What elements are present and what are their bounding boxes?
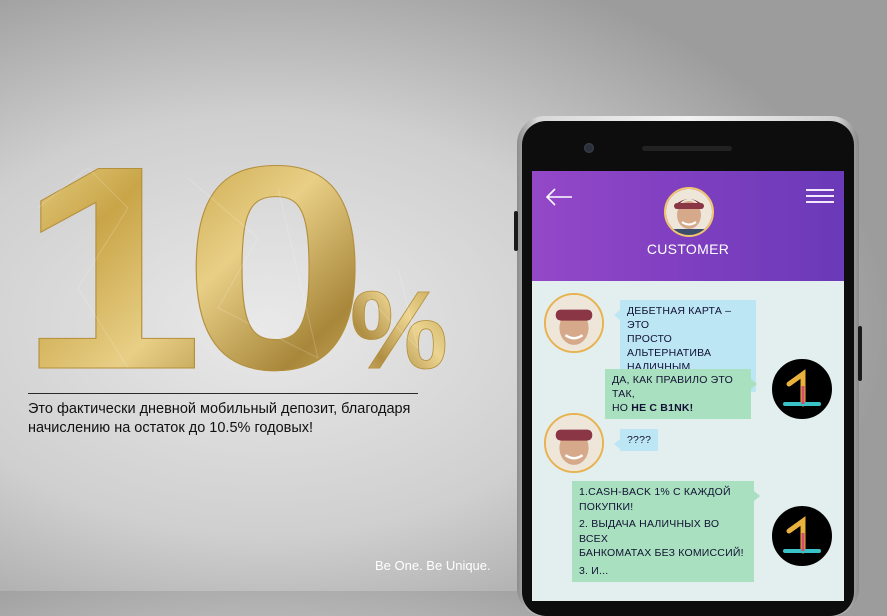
divider-line — [28, 393, 418, 394]
person-icon — [546, 415, 602, 471]
headline-10-percent: 10 % — [18, 148, 448, 388]
message-text: 1.CASH-BACK 1% С КАЖДОЙ — [579, 486, 731, 498]
message-text: ПРОСТО АЛЬТЕРНАТИВА — [627, 333, 712, 359]
hamburger-menu-icon[interactable] — [806, 189, 834, 205]
message-bubble-bank: ДА, КАК ПРАВИЛО ЭТО ТАК, НО НЕ С B1NK! — [605, 369, 757, 419]
person-icon — [666, 189, 712, 235]
volume-button — [514, 211, 518, 251]
brand-emphasis: НЕ С B1NK! — [631, 402, 694, 414]
person-icon — [546, 295, 602, 351]
arrow-left-icon[interactable] — [544, 185, 574, 209]
chat-area: ДЕБЕТНАЯ КАРТА – ЭТО ПРОСТО АЛЬТЕРНАТИВА… — [532, 281, 844, 601]
message-text: ДЕБЕТНАЯ КАРТА – ЭТО — [627, 305, 732, 331]
slogan: Be One. Be Unique. — [375, 558, 491, 573]
message-bubble-customer: ???? — [613, 429, 659, 451]
message-text: ПОКУПКИ! — [579, 500, 634, 513]
description-line-2: начислению на остаток до 10.5% годовых! — [28, 420, 314, 436]
message-text: ДА, КАК ПРАВИЛО ЭТО ТАК, — [612, 374, 733, 400]
contact-name: CUSTOMER — [646, 241, 730, 257]
b1nk-logo-icon — [773, 360, 831, 418]
customer-avatar — [544, 293, 604, 353]
power-button — [858, 326, 862, 381]
message-text: ???? — [627, 434, 652, 446]
phone-screen: CUSTOMER ДЕБЕТНАЯ КАРТА – ЭТО ПРОСТО АЛЬ… — [532, 171, 844, 601]
b1nk-logo-icon — [773, 507, 831, 565]
phone-body: CUSTOMER ДЕБЕТНАЯ КАРТА – ЭТО ПРОСТО АЛЬ… — [522, 121, 854, 616]
chat-header: CUSTOMER — [532, 171, 844, 281]
message-bubble-bank: 1.CASH-BACK 1% С КАЖДОЙ ПОКУПКИ! 2. ВЫДА… — [572, 481, 760, 582]
message-text: БАНКОМАТАХ БЕЗ КОМИССИЙ! — [579, 547, 744, 559]
bank-logo-avatar — [772, 506, 832, 566]
description-line-1: Это фактически дневной мобильный депозит… — [28, 401, 411, 417]
message-text: 2. ВЫДАЧА НАЛИЧНЫХ ВО ВСЕХ — [579, 518, 720, 545]
customer-avatar-header[interactable] — [664, 187, 714, 237]
description-text: Это фактически дневной мобильный депозит… — [28, 400, 428, 438]
phone-mockup: CUSTOMER ДЕБЕТНАЯ КАРТА – ЭТО ПРОСТО АЛЬ… — [514, 116, 862, 616]
message-text: 3. И... — [579, 564, 609, 577]
earpiece-speaker — [642, 146, 732, 151]
customer-avatar — [544, 413, 604, 473]
bank-logo-avatar — [772, 359, 832, 419]
message-text: НО НЕ С B1NK! — [612, 402, 694, 414]
front-camera — [584, 143, 594, 153]
